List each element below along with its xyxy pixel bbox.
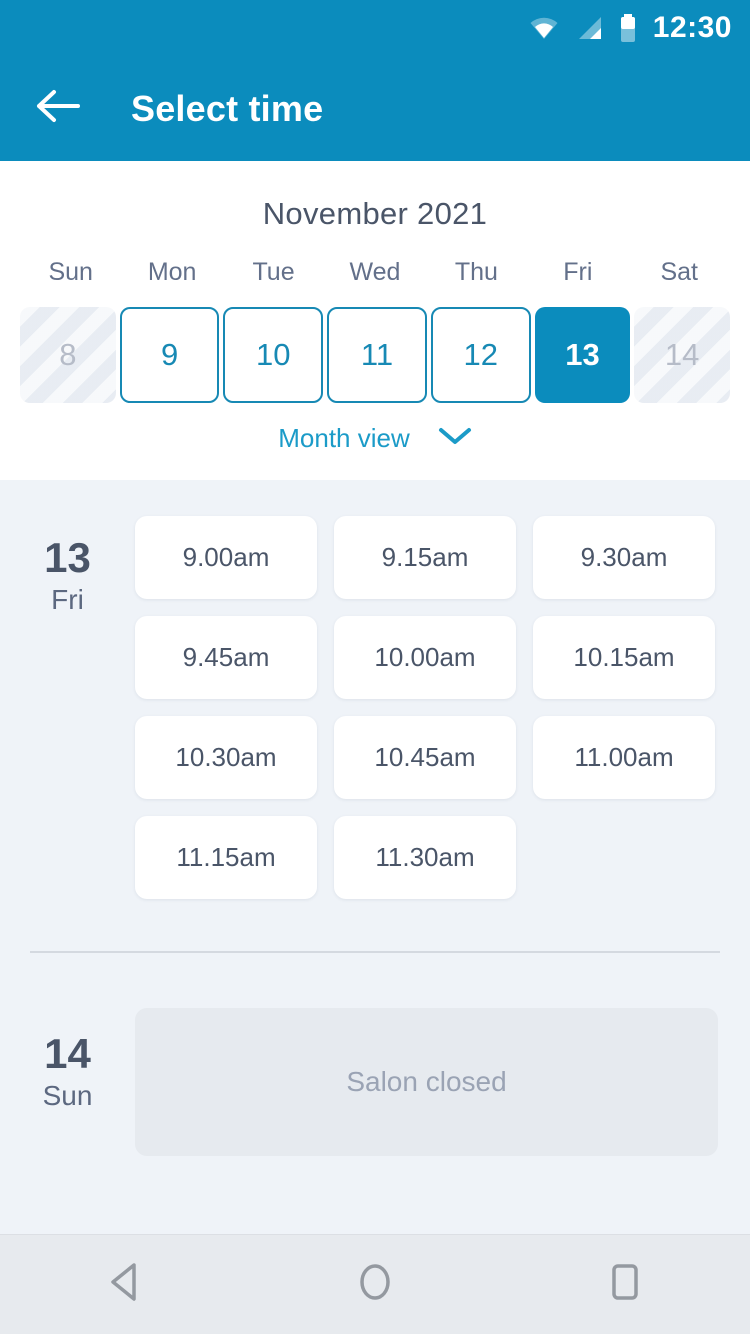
weekday-label: Fri	[563, 258, 593, 286]
schedule-day-number: 14	[44, 1030, 91, 1077]
schedule-day-name: Fri	[51, 584, 84, 616]
weekday-label: Sun	[48, 258, 93, 286]
section-divider	[30, 951, 720, 953]
time-slot[interactable]: 10.15am	[533, 616, 715, 699]
battery-icon	[619, 14, 637, 42]
schedule-day-label: 14 Sun	[0, 1008, 135, 1156]
time-slot[interactable]: 10.45am	[334, 716, 516, 799]
weekday-label: Wed	[349, 258, 401, 286]
weekday-label: Tue	[252, 258, 295, 286]
weekday-header-row: Sun Mon Tue Wed Thu Fri Sat	[0, 258, 750, 287]
recents-square-icon	[606, 1261, 644, 1308]
day-cell-12[interactable]: 12	[430, 307, 531, 403]
time-slot[interactable]: 9.45am	[135, 616, 317, 699]
time-slot[interactable]: 11.15am	[135, 816, 317, 899]
day-cell-10[interactable]: 10	[223, 307, 324, 403]
chevron-down-icon	[438, 426, 472, 451]
schedule-day-label: 13 Fri	[0, 480, 135, 899]
nav-home-button[interactable]	[320, 1235, 430, 1334]
time-slot[interactable]: 9.15am	[334, 516, 516, 599]
time-slot[interactable]: 9.00am	[135, 516, 317, 599]
schedule-day-number: 13	[44, 534, 91, 581]
wifi-icon	[529, 15, 559, 41]
status-bar-clock: 12:30	[652, 11, 732, 44]
calendar-panel: November 2021 Sun Mon Tue Wed Thu Fri Sa…	[0, 161, 750, 480]
time-slot[interactable]: 11.30am	[334, 816, 516, 899]
day-cell-14: 14	[634, 307, 731, 403]
status-bar: 12:30	[0, 0, 750, 56]
weekday-label: Thu	[454, 258, 498, 286]
day-cell-11[interactable]: 11	[327, 307, 427, 403]
android-nav-bar	[0, 1234, 750, 1334]
nav-back-button[interactable]	[70, 1235, 180, 1334]
time-slot[interactable]: 10.00am	[334, 616, 516, 699]
schedule-day-group: 13 Fri 9.00am 9.15am 9.30am 9.45am 10.00…	[0, 480, 750, 899]
page-title: Select time	[131, 87, 324, 129]
schedule-list: 13 Fri 9.00am 9.15am 9.30am 9.45am 10.00…	[0, 480, 750, 1230]
time-slot[interactable]: 10.30am	[135, 716, 317, 799]
weekday-label: Sat	[660, 258, 698, 286]
day-cell-13[interactable]: 13	[534, 307, 631, 403]
schedule-day-name: Sun	[42, 1080, 93, 1112]
time-slot[interactable]: 9.30am	[533, 516, 715, 599]
back-triangle-icon	[105, 1261, 145, 1308]
screen-root: 12:30 Select time November 2021 Sun Mon …	[0, 0, 750, 1334]
back-button[interactable]	[18, 69, 98, 149]
day-cell-9[interactable]: 9	[119, 307, 220, 403]
day-cell-8: 8	[20, 307, 116, 403]
month-view-label: Month view	[278, 423, 410, 453]
back-arrow-icon	[36, 89, 80, 128]
time-slot-grid: 9.00am 9.15am 9.30am 9.45am 10.00am 10.1…	[135, 480, 750, 899]
nav-recents-button[interactable]	[570, 1235, 680, 1334]
month-view-toggle[interactable]: Month view	[0, 423, 750, 454]
time-slot[interactable]: 11.00am	[533, 716, 715, 799]
signal-icon	[575, 15, 603, 41]
home-circle-icon	[354, 1260, 396, 1309]
salon-closed-banner: Salon closed	[135, 1008, 718, 1156]
day-strip: 8 9 10 11 12 13 14	[0, 307, 750, 403]
month-title: November 2021	[262, 196, 488, 231]
weekday-label: Mon	[147, 258, 197, 286]
app-bar: Select time	[0, 56, 750, 161]
schedule-day-group: 14 Sun Salon closed	[0, 1008, 750, 1156]
